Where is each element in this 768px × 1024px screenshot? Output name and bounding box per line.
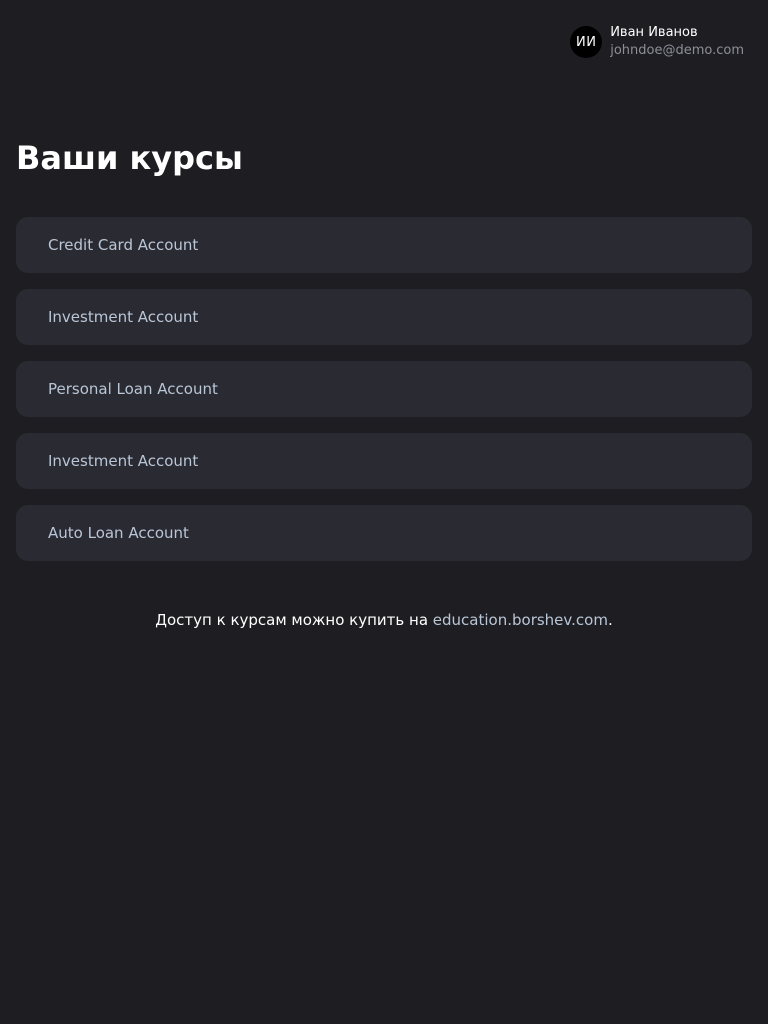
user-email: johndoe@demo.com <box>610 43 744 58</box>
course-item[interactable]: Auto Loan Account <box>16 505 752 561</box>
purchase-note: Доступ к курсам можно купить на educatio… <box>0 609 768 631</box>
avatar[interactable]: ИИ <box>570 26 603 58</box>
course-list: Credit Card Account Investment Account P… <box>16 217 752 577</box>
course-label: Credit Card Account <box>48 236 199 254</box>
course-item[interactable]: Investment Account <box>16 433 752 489</box>
page: ИИ Иван Иванов johndoe@demo.com Ваши кур… <box>0 0 768 1024</box>
user-profile[interactable]: ИИ Иван Иванов johndoe@demo.com <box>570 24 744 60</box>
course-label: Investment Account <box>48 308 199 326</box>
course-label: Auto Loan Account <box>48 524 189 542</box>
course-item[interactable]: Credit Card Account <box>16 217 752 273</box>
course-item[interactable]: Personal Loan Account <box>16 361 752 417</box>
purchase-note-suffix: . <box>607 611 613 629</box>
course-label: Investment Account <box>48 452 199 470</box>
purchase-note-text: Доступ к курсам можно купить на <box>155 611 433 629</box>
page-title: Ваши курсы <box>16 139 243 177</box>
course-item[interactable]: Investment Account <box>16 289 752 345</box>
purchase-link[interactable]: education.borshev.com <box>433 611 608 629</box>
course-label: Personal Loan Account <box>48 380 218 398</box>
user-name: Иван Иванов <box>610 25 698 40</box>
user-info: Иван Иванов johndoe@demo.com <box>610 24 744 60</box>
